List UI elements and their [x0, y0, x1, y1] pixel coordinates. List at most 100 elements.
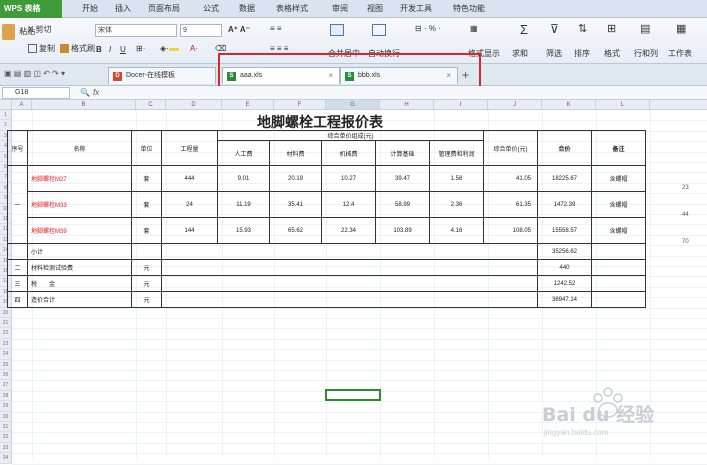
item-remark[interactable]: 含螺帽: [591, 191, 646, 218]
item-unit-price[interactable]: 108.05: [483, 217, 538, 244]
clear-icon[interactable]: ⌫: [215, 44, 226, 53]
extra-name[interactable]: 材料检测试验费: [27, 259, 132, 276]
format-icon[interactable]: ⊞: [607, 22, 616, 35]
menu-page-layout[interactable]: 页面布局: [143, 0, 185, 18]
menu-view[interactable]: 视图: [360, 0, 390, 18]
extra-total[interactable]: 36947.14: [537, 291, 592, 308]
item-unit-price[interactable]: 61.35: [483, 191, 538, 218]
column-header-selected[interactable]: G: [326, 100, 380, 110]
cut-button[interactable]: X 剪切: [28, 24, 52, 35]
menu-developer[interactable]: 开发工具: [395, 0, 437, 18]
blank-cell[interactable]: [161, 291, 538, 308]
menu-table-style[interactable]: 表格样式: [271, 0, 313, 18]
column-header[interactable]: E: [222, 100, 274, 110]
row-header[interactable]: 33: [0, 442, 12, 454]
item-name[interactable]: 地脚螺栓M33: [27, 191, 132, 218]
subtotal-total[interactable]: 35256.62: [537, 243, 592, 260]
item-remark[interactable]: 含螺帽: [591, 165, 646, 192]
extra-unit[interactable]: 元: [131, 275, 162, 292]
extra-seq[interactable]: 三: [7, 275, 28, 292]
item-unit[interactable]: 套: [131, 191, 162, 218]
sum-icon[interactable]: Σ: [520, 22, 528, 37]
column-header[interactable]: H: [380, 100, 434, 110]
row-header[interactable]: 23: [0, 338, 12, 350]
menu-special[interactable]: 特色功能: [448, 0, 490, 18]
row-header[interactable]: 21: [0, 318, 12, 329]
blank-cell[interactable]: [591, 291, 646, 308]
item-unit[interactable]: 套: [131, 165, 162, 192]
item-base[interactable]: 39.47: [375, 165, 430, 192]
blank-cell[interactable]: [591, 259, 646, 276]
sort-icon[interactable]: ⇅: [578, 22, 587, 35]
item-machine[interactable]: 12.4: [321, 191, 376, 218]
row-header[interactable]: 28: [0, 390, 12, 402]
item-unit[interactable]: 套: [131, 217, 162, 244]
item-mgmt[interactable]: 1.58: [429, 165, 484, 192]
app-menu-button[interactable]: WPS 表格: [0, 0, 62, 18]
row-header[interactable]: 29: [0, 401, 12, 412]
underline-icon[interactable]: U: [120, 45, 126, 54]
extra-total[interactable]: 1242.52: [537, 275, 592, 292]
extra-total[interactable]: 440: [537, 259, 592, 276]
item-name[interactable]: 地脚螺栓M27: [27, 165, 132, 192]
zoom-icon[interactable]: 🔍: [80, 88, 90, 97]
column-header[interactable]: D: [166, 100, 222, 110]
menu-formulas[interactable]: 公式: [196, 0, 226, 18]
name-box[interactable]: G18: [2, 87, 70, 99]
item-mgmt[interactable]: 4.16: [429, 217, 484, 244]
side-value[interactable]: 23: [682, 185, 689, 191]
item-remark[interactable]: 含螺帽: [591, 217, 646, 244]
column-header[interactable]: K: [542, 100, 596, 110]
row-header[interactable]: 27: [0, 380, 12, 391]
item-machine[interactable]: 22.34: [321, 217, 376, 244]
row-header[interactable]: 1: [0, 110, 12, 121]
column-header[interactable]: I: [434, 100, 488, 110]
item-qty[interactable]: 444: [161, 165, 218, 192]
menu-insert[interactable]: 插入: [108, 0, 138, 18]
item-material[interactable]: 20.19: [269, 165, 322, 192]
font-size-select[interactable]: 9: [180, 24, 222, 37]
subtotal-label[interactable]: 小计: [27, 243, 132, 260]
blank-cell[interactable]: [591, 243, 646, 260]
item-labor[interactable]: 9.01: [217, 165, 270, 192]
item-name[interactable]: 地脚螺栓M39: [27, 217, 132, 244]
row-header[interactable]: 32: [0, 432, 12, 443]
row-header[interactable]: 24: [0, 349, 12, 360]
item-base[interactable]: 58.99: [375, 191, 430, 218]
item-material[interactable]: 65.62: [269, 217, 322, 244]
font-color-icon[interactable]: A·: [190, 44, 198, 53]
item-qty[interactable]: 144: [161, 217, 218, 244]
copy-button[interactable]: 复制: [28, 43, 55, 54]
align-left-icon[interactable]: ≡ ≡ ≡: [270, 44, 288, 53]
font-name-select[interactable]: 宋体: [95, 24, 177, 37]
row-header[interactable]: 22: [0, 328, 12, 339]
menu-home[interactable]: 开始: [75, 0, 105, 18]
number-format-button[interactable]: ⊟ · % ·: [415, 24, 441, 33]
item-qty[interactable]: 24: [161, 191, 218, 218]
blank-cell[interactable]: [131, 243, 162, 260]
wrap-text-button[interactable]: [372, 24, 388, 36]
menu-data[interactable]: 数据: [232, 0, 262, 18]
item-machine[interactable]: 10.27: [321, 165, 376, 192]
extra-name[interactable]: 造价合计: [27, 291, 132, 308]
item-total[interactable]: 18225.67: [537, 165, 592, 192]
column-header[interactable]: B: [32, 100, 136, 110]
extra-seq[interactable]: 二: [7, 259, 28, 276]
blank-cell[interactable]: [591, 275, 646, 292]
row-header[interactable]: 25: [0, 359, 12, 370]
bold-icon[interactable]: B: [96, 45, 102, 54]
side-value[interactable]: 44: [682, 212, 689, 218]
cond-format-icon[interactable]: ▦: [470, 24, 478, 33]
column-header[interactable]: J: [488, 100, 542, 110]
tab-docer[interactable]: D Docer-在线模板: [108, 67, 216, 84]
select-all-corner[interactable]: [0, 100, 12, 110]
column-header[interactable]: F: [274, 100, 326, 110]
extra-unit[interactable]: 元: [131, 291, 162, 308]
item-mgmt[interactable]: 2.36: [429, 191, 484, 218]
column-header[interactable]: L: [596, 100, 650, 110]
column-header[interactable]: A: [12, 100, 32, 110]
item-unit-price[interactable]: 41.05: [483, 165, 538, 192]
extra-name[interactable]: 税 金: [27, 275, 132, 292]
row-header[interactable]: 30: [0, 411, 12, 422]
row-header[interactable]: 34: [0, 453, 12, 464]
